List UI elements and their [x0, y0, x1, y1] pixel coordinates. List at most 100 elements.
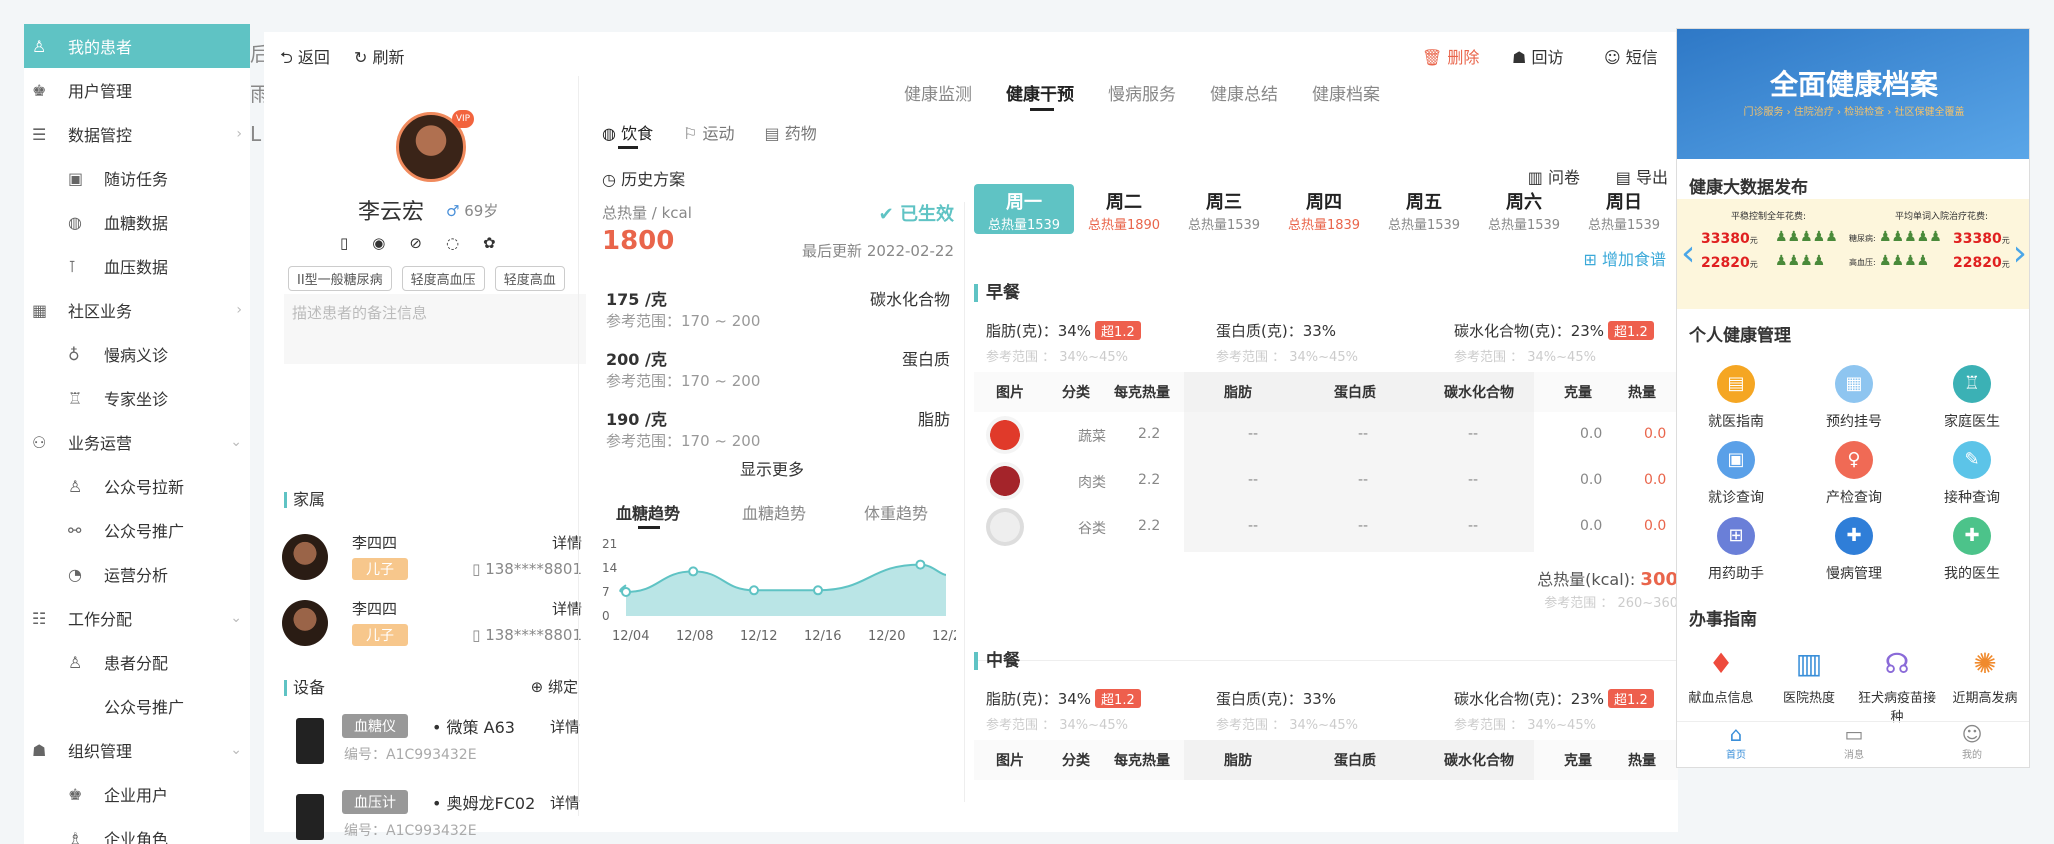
- wechat-icon[interactable]: ◉: [372, 234, 385, 252]
- message-icon[interactable]: ◌: [446, 234, 459, 252]
- service-item[interactable]: ✚ 慢病管理: [1795, 517, 1913, 583]
- day-tab[interactable]: 周四 总热量1839: [1274, 184, 1374, 234]
- guide-item[interactable]: ♦ 献血点信息: [1677, 645, 1765, 706]
- service-item[interactable]: ♀ 产检查询: [1795, 441, 1913, 507]
- diet-column: ◍ 饮食 ⚐ 运动 ▤ 药物 ◷ 历史方案 总热量 / kcal ✔ 已生效 1…: [596, 120, 956, 820]
- sidebar-item[interactable]: ▣ 随访任务: [24, 156, 250, 200]
- tab-health-intervention[interactable]: 健康干预: [1006, 80, 1074, 111]
- sidebar-item[interactable]: ⚇ 业务运营 ⌄: [24, 420, 250, 464]
- sidebar-item[interactable]: ♗ 企业角色: [24, 816, 250, 844]
- sidebar-item[interactable]: 公众号推广: [24, 684, 250, 728]
- day-tab[interactable]: 周二 总热量1890: [1074, 184, 1174, 234]
- refresh-button[interactable]: ↻ 刷新: [354, 44, 405, 68]
- service-item[interactable]: ⊞ 用药助手: [1677, 517, 1795, 583]
- device-detail-link[interactable]: 详情: [550, 792, 580, 813]
- phone-icon[interactable]: ▯: [340, 234, 348, 252]
- tab-weight-trend[interactable]: 体重趋势: [864, 500, 928, 524]
- nutrient-amount: 175 /克: [606, 290, 667, 309]
- day-tab[interactable]: 周六 总热量1539: [1474, 184, 1574, 234]
- trend-point[interactable]: [749, 585, 759, 596]
- tab-health-record[interactable]: 健康档案: [1312, 80, 1380, 105]
- guide-item[interactable]: ☊ 狂犬病疫苗接种: [1853, 645, 1941, 725]
- service-item[interactable]: ♖ 家庭医生: [1913, 365, 2029, 431]
- database-icon: ☰: [32, 124, 47, 144]
- service-item[interactable]: ▦ 预约挂号: [1795, 365, 1913, 431]
- day-tab[interactable]: 周一 总热量1539: [974, 184, 1074, 234]
- trend-point[interactable]: [813, 585, 823, 596]
- sidebar-item[interactable]: ♙ 患者分配: [24, 640, 250, 684]
- y-tick-label: 0: [602, 609, 610, 623]
- sidebar-item[interactable]: ⚯ 公众号推广: [24, 508, 250, 552]
- tab-glucose-trend[interactable]: 血糖趋势: [616, 500, 680, 524]
- link-icon[interactable]: ⊘: [409, 234, 422, 252]
- sidebar-item[interactable]: ◍ 血糖数据: [24, 200, 250, 244]
- add-meal-button[interactable]: ⊞ 增加食谱: [1583, 246, 1666, 270]
- patient-gender-age: ♂ 69岁: [446, 200, 498, 221]
- patient-note-input[interactable]: 描述患者的备注信息: [284, 294, 586, 364]
- device-detail-link[interactable]: 详情: [550, 716, 580, 737]
- sidebar-item[interactable]: ♚ 企业用户: [24, 772, 250, 816]
- add-meal-label: 增加食谱: [1601, 250, 1666, 269]
- sidebar-item[interactable]: ♚ 用户管理: [24, 68, 250, 112]
- sidebar-item[interactable]: ♁ 慢病义诊: [24, 332, 250, 376]
- medicine-icon: ⊞: [1717, 517, 1755, 555]
- x-tick-label: 12/20: [868, 629, 905, 644]
- service-item[interactable]: ✚ 我的医生: [1913, 517, 2029, 583]
- sidebar-item[interactable]: ☷ 工作分配 ⌄: [24, 596, 250, 640]
- tab-health-summary[interactable]: 健康总结: [1210, 80, 1278, 105]
- followup-button[interactable]: ☗ 回访: [1512, 44, 1563, 68]
- sms-button[interactable]: ☺ 短信: [1604, 44, 1658, 68]
- subtab-diet[interactable]: ◍ 饮食: [602, 120, 653, 149]
- back-button[interactable]: ⮌ 返回: [280, 44, 330, 74]
- sidebar-item[interactable]: ♙ 公众号拉新: [24, 464, 250, 508]
- bottom-nav-item[interactable]: ☺ 我的: [1913, 722, 2029, 767]
- trend-point[interactable]: [621, 587, 631, 597]
- service-item[interactable]: ▣ 就诊查询: [1677, 441, 1795, 507]
- sidebar-item[interactable]: ⊺ 血压数据: [24, 244, 250, 288]
- sidebar-item[interactable]: ☰ 数据管控 ›: [24, 112, 250, 156]
- service-label: 慢病管理: [1826, 566, 1882, 582]
- guide-item[interactable]: ▥ 医院热度: [1765, 645, 1853, 706]
- sidebar-item[interactable]: ◔ 运营分析: [24, 552, 250, 596]
- history-plan-button[interactable]: ◷ 历史方案: [602, 166, 685, 190]
- run-icon: ⚐: [683, 124, 698, 143]
- day-tab[interactable]: 周三 总热量1539: [1174, 184, 1274, 234]
- bind-device-button[interactable]: ⊕ 绑定: [531, 676, 578, 697]
- tab-chronic-service[interactable]: 慢病服务: [1108, 80, 1176, 105]
- drop-icon: ◍: [68, 212, 82, 232]
- day-tab[interactable]: 周五 总热量1539: [1374, 184, 1474, 234]
- chevron-left-icon[interactable]: ‹: [1681, 233, 1695, 274]
- sidebar-item[interactable]: ♙ 我的患者: [24, 24, 250, 68]
- bottom-nav-item[interactable]: ⌂ 首页: [1677, 722, 1795, 767]
- trend-point[interactable]: [688, 566, 699, 577]
- tab-glucose-trend-2[interactable]: 血糖趋势: [742, 500, 806, 524]
- sidebar-item-label: 血压数据: [104, 258, 169, 277]
- show-more-button[interactable]: 显示更多: [740, 456, 804, 480]
- guide-item[interactable]: ✺ 近期高发病: [1941, 645, 2029, 706]
- service-item[interactable]: ✎ 接种查询: [1913, 441, 2029, 507]
- chevron-right-icon[interactable]: ›: [2013, 233, 2027, 274]
- sidebar-item[interactable]: ♖ 专家坐诊: [24, 376, 250, 420]
- relation-badge: 儿子: [352, 558, 408, 580]
- ratio-ref: 参考范围 ： 34%~45%: [1454, 350, 1596, 365]
- sidebar-item[interactable]: ☗ 组织管理 ⌄: [24, 728, 250, 772]
- background-text: 后 雨 L: [250, 34, 270, 154]
- service-item[interactable]: ▤ 就医指南: [1677, 365, 1795, 431]
- breakfast-food-table: 图片 分类 每克热量 脂肪 蛋白质 碳水化合物 克量 热量 蔬菜 2.2 -- -- -- 0.0 0.0 肉…: [974, 372, 1678, 562]
- subtab-exercise[interactable]: ⚐ 运动: [683, 120, 734, 144]
- trend-point[interactable]: [915, 559, 926, 570]
- followup-label: 回访: [1531, 48, 1564, 67]
- miniapp-icon[interactable]: ✿: [483, 234, 496, 252]
- building-icon: ▦: [32, 300, 48, 320]
- subtab-medicine[interactable]: ▤ 药物: [765, 120, 817, 144]
- service-label: 就医指南: [1708, 414, 1764, 430]
- sidebar-item-label: 企业用户: [104, 786, 169, 805]
- delete-button[interactable]: 🗑 删除: [1422, 44, 1479, 68]
- profile-icon: ☺: [1961, 722, 1983, 746]
- nutrient-name: 脂肪: [917, 410, 950, 429]
- guide-services: ♦ 献血点信息 ▥ 医院热度 ☊ 狂犬病疫苗接种 ✺ 近期高发病: [1677, 645, 2029, 725]
- tab-health-monitor[interactable]: 健康监测: [904, 80, 972, 105]
- bottom-nav-item[interactable]: ▭ 消息: [1795, 722, 1913, 767]
- day-tab[interactable]: 周日 总热量1539: [1574, 184, 1674, 234]
- sidebar-item[interactable]: ▦ 社区业务 ›: [24, 288, 250, 332]
